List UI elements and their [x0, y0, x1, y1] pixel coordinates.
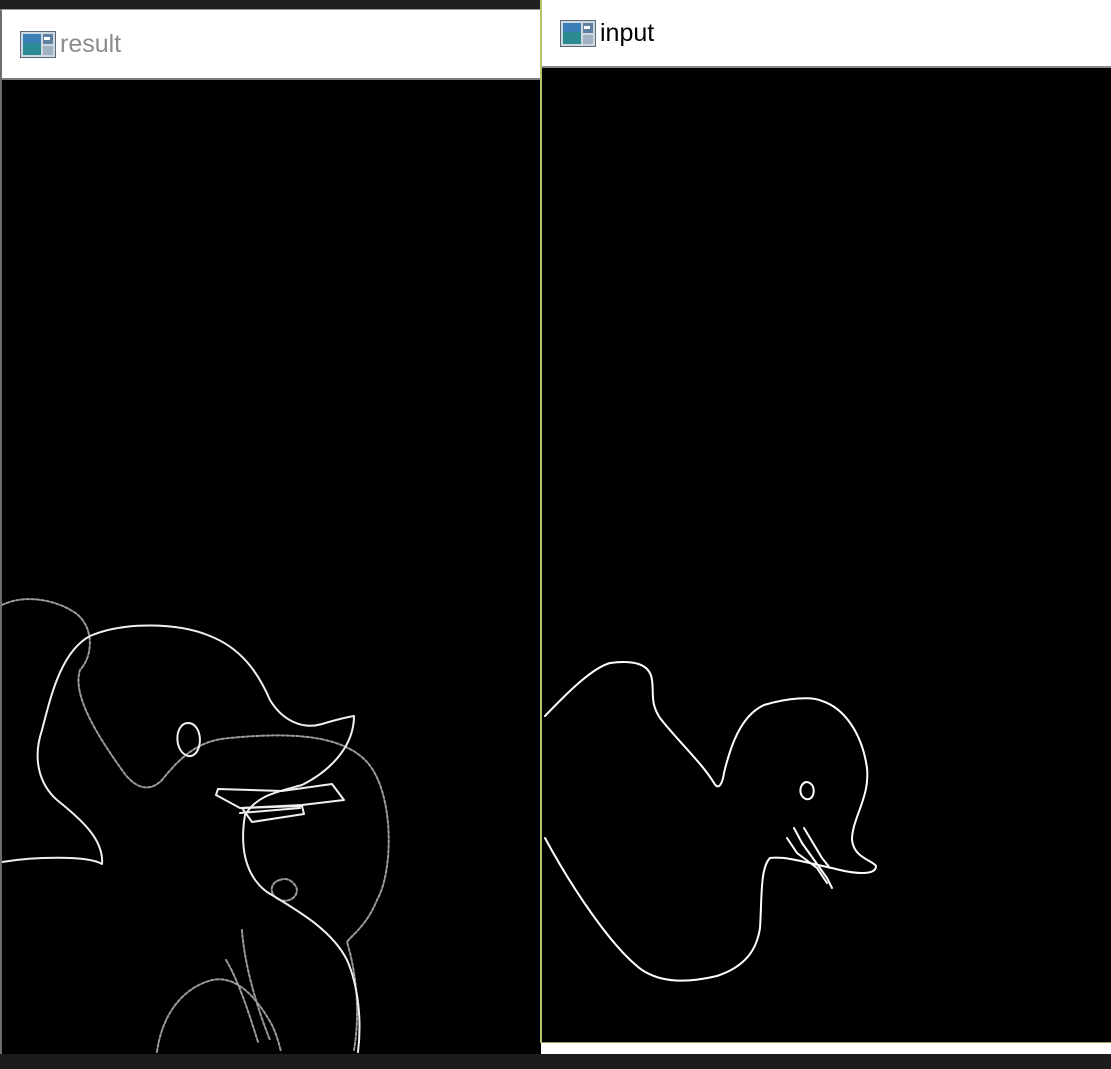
result-window-title: result [60, 29, 122, 58]
result-contour-duck-head [2, 624, 361, 1053]
result-contour-gray-beak-a [241, 929, 271, 1041]
input-contour-eye [799, 781, 815, 801]
input-image-canvas [542, 66, 1111, 1042]
input-contour-beak-a [793, 827, 833, 889]
result-window[interactable]: result [0, 9, 541, 1054]
input-contour-duck-body [544, 661, 877, 982]
desktop-background-top [0, 0, 540, 9]
result-contour-beak-upper [215, 783, 345, 809]
desktop-background-bottom [0, 1054, 1111, 1069]
input-window[interactable]: input [540, 0, 1111, 1043]
result-contour-gray-beak-b [225, 959, 259, 1043]
input-window-title: input [600, 18, 655, 47]
result-image-canvas [2, 78, 541, 1054]
result-contour-eye [176, 722, 201, 758]
result-edge-image [2, 598, 390, 1053]
opencv-window-icon [560, 19, 596, 47]
input-edge-image [544, 661, 877, 982]
result-contour-gray-outer [2, 598, 390, 1051]
input-contour-beak-b [786, 837, 828, 884]
opencv-window-icon [20, 30, 56, 58]
result-contour-gray-lower [156, 978, 282, 1053]
input-titlebar[interactable]: input [542, 0, 1111, 66]
result-titlebar[interactable]: result [2, 10, 541, 78]
